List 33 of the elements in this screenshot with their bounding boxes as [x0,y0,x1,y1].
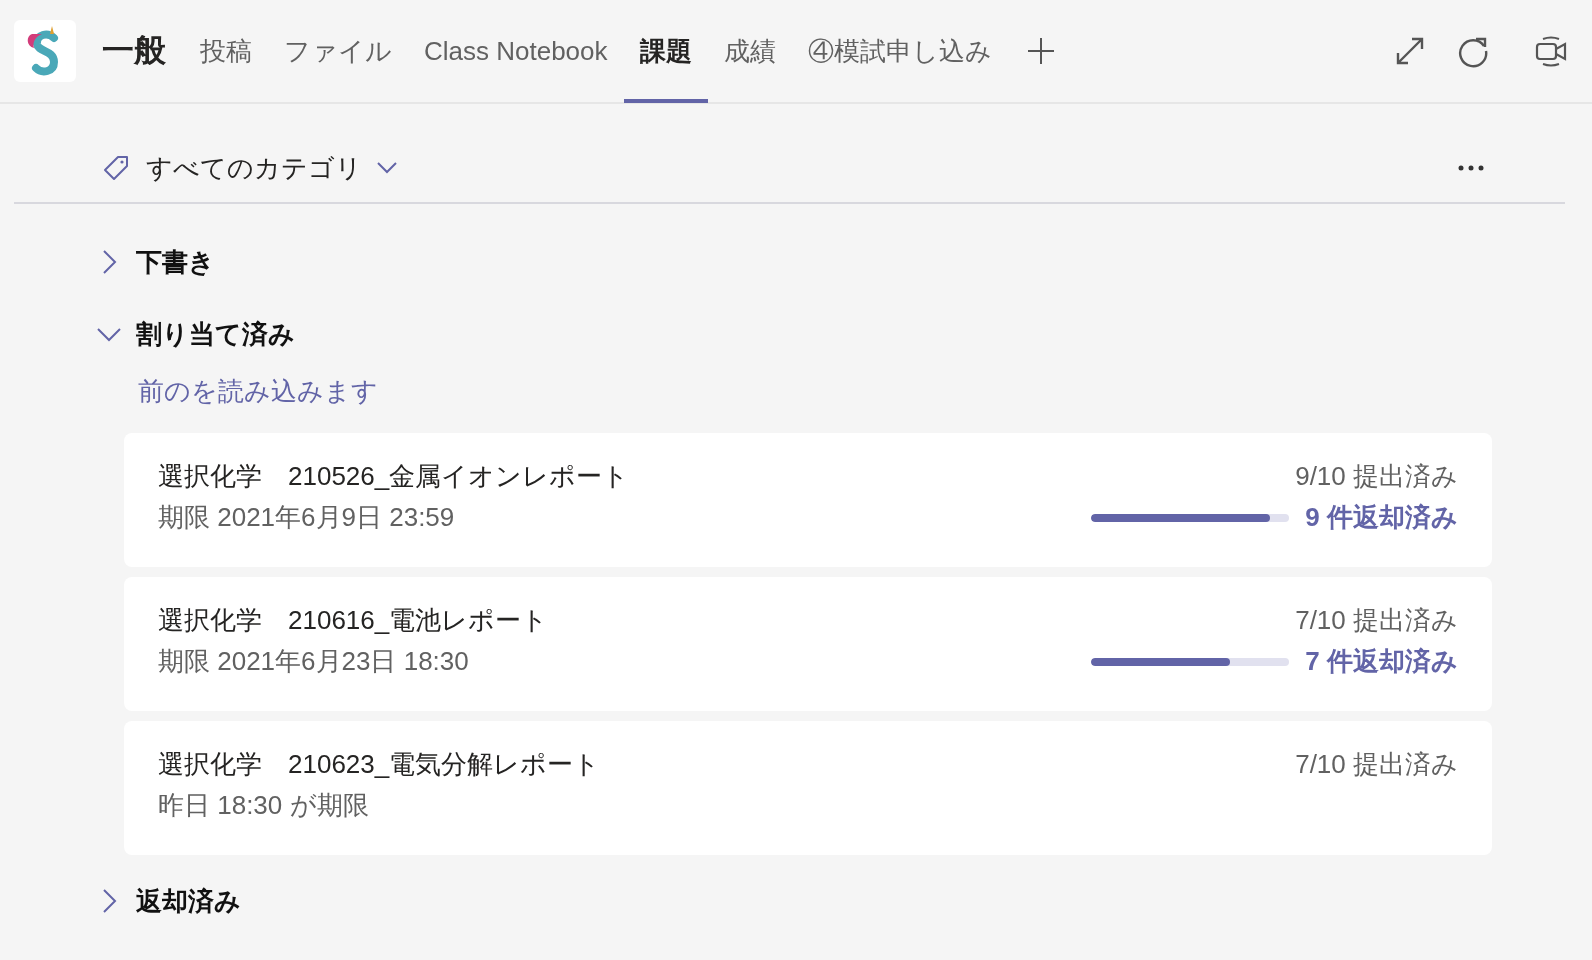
assignment-title: 選択化学 210526_金属イオンレポート [158,460,630,493]
team-logo-icon [14,20,76,82]
returned-count: 7 件返却済み [1305,645,1458,678]
tab[interactable]: 投稿 [184,0,268,103]
tag-icon [102,154,130,182]
due-date: 昨日 18:30 が期限 [158,789,370,822]
due-date: 期限 2021年6月23日 18:30 [158,645,470,678]
assignment-title: 選択化学 210623_電気分解レポート [158,748,601,781]
assignment-card[interactable]: 選択化学 210616_電池レポート 期限 2021年6月23日 18:30 7/10 提出済み 7 件返却済み [124,577,1492,711]
assignment-card[interactable]: 選択化学 210623_電気分解レポート 昨日 18:30 が期限 7/10 提出済み [124,721,1492,855]
due-date: 期限 2021年6月9日 23:59 [158,501,456,534]
load-previous-link[interactable]: 前のを読み込みます [138,374,378,409]
add-tab-icon[interactable] [1025,36,1056,66]
tab[interactable]: 課題 [623,0,708,103]
video-camera-icon[interactable] [1534,34,1568,68]
tab[interactable]: ④模試申し込み [791,0,1008,103]
returned-count: 9 件返却済み [1305,501,1458,534]
section-header[interactable]: 返却済み [96,865,241,937]
assignment-title: 選択化学 210616_電池レポート [158,604,549,637]
tab[interactable]: Class Notebook [408,0,624,103]
section-header[interactable]: 下書き [96,226,215,298]
chevron-down-icon [376,161,398,175]
tab[interactable]: 成績 [707,0,792,103]
submission-count: 9/10 提出済み [1295,460,1458,493]
category-dropdown[interactable]: すべてのカテゴリ [146,150,398,186]
section-header[interactable]: 割り当て済み [96,298,295,370]
submission-count: 7/10 提出済み [1295,748,1458,781]
expand-icon[interactable] [1394,35,1426,67]
tab[interactable]: ファイル [268,0,408,103]
assignment-card[interactable]: 選択化学 210526_金属イオンレポート 期限 2021年6月9日 23:59 9/10 提出済み 9 件返却済み [124,433,1492,567]
submission-count: 7/10 提出済み [1295,604,1458,637]
more-options-icon[interactable] [1457,164,1485,172]
channel-title: 一般 [102,31,166,70]
